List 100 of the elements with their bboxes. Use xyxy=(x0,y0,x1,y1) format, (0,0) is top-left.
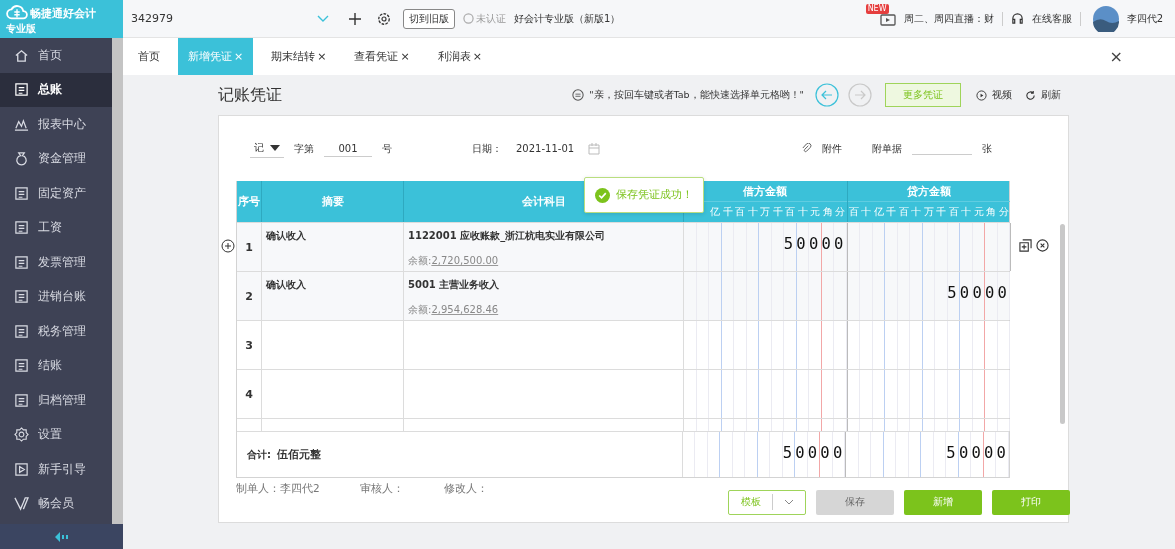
unit-header: 角 xyxy=(821,205,834,219)
unit-header: 亿 xyxy=(872,205,885,219)
play-icon xyxy=(976,89,987,101)
debit-total: 50000 xyxy=(782,444,846,462)
caret-icon xyxy=(270,145,280,151)
unit-header: 十 xyxy=(796,205,809,219)
modifier-label: 修改人： xyxy=(443,482,488,496)
unit-header: 千 xyxy=(885,205,898,219)
previous-button[interactable] xyxy=(815,83,839,107)
speaker-icon xyxy=(54,531,69,542)
sidebar-item[interactable]: 资金管理 xyxy=(0,141,112,176)
unit-header: 亿 xyxy=(709,205,722,219)
total-label: 合计: xyxy=(247,447,271,462)
collapse-button[interactable] xyxy=(0,524,123,549)
unit-header: 百 xyxy=(734,205,747,219)
tab[interactable]: 查看凭证 × xyxy=(344,38,420,75)
sidebar-item[interactable]: 设置 xyxy=(0,417,112,452)
summary-cell[interactable]: 确认收入 xyxy=(266,230,306,241)
unit-header: 元 xyxy=(972,205,985,219)
certification-status: 未认证 xyxy=(476,11,506,26)
success-toast: 保存凭证成功！ xyxy=(584,177,704,213)
plus-icon[interactable] xyxy=(349,12,361,25)
product-name: 好会计专业版（新版1） xyxy=(514,11,621,26)
settings-icon xyxy=(14,427,29,443)
scrollbar[interactable] xyxy=(1060,224,1065,424)
unit-header: 十 xyxy=(960,205,973,219)
sidebar-item[interactable]: 总账 xyxy=(0,72,112,107)
unit-header: 角 xyxy=(985,205,998,219)
unit-header: 百 xyxy=(897,205,910,219)
v-icon xyxy=(14,496,29,512)
close-button[interactable]: × xyxy=(1105,47,1127,66)
sidebar-item[interactable]: 固定资产 xyxy=(0,176,112,211)
sidebar-item[interactable]: 结账 xyxy=(0,348,112,383)
account-cell[interactable]: 1122001 应收账款_浙江杭电实业有限公司 xyxy=(408,229,679,243)
date-field[interactable]: 2021-11-01 xyxy=(512,141,579,156)
unit-header: 千 xyxy=(935,205,948,219)
sidebar-item[interactable]: 税务管理 xyxy=(0,314,112,349)
online-service-link[interactable]: 在线客服 xyxy=(1031,11,1072,26)
calendar-icon[interactable] xyxy=(588,142,601,155)
documents-label: 附单据 xyxy=(872,141,902,156)
account-selector[interactable]: 342979 xyxy=(131,12,337,25)
refresh-link[interactable]: 刷新 xyxy=(1041,88,1061,102)
tab[interactable]: 利润表 × xyxy=(427,38,492,75)
voucher-word-select[interactable]: 记 xyxy=(250,139,284,158)
new-badge: NEW xyxy=(865,3,889,14)
avatar[interactable] xyxy=(1092,5,1119,32)
play-icon xyxy=(14,461,29,477)
live-notice-link[interactable]: 周二、周四直播：财 xyxy=(903,11,994,26)
balance-text: 余额:2,954,628.46 xyxy=(408,303,500,317)
check-circle-icon xyxy=(595,187,610,203)
number-label: 字第 xyxy=(294,141,314,156)
tv-icon xyxy=(879,11,896,26)
balance-text: 余额:2,720,500.00 xyxy=(408,254,500,268)
unit-header: 百 xyxy=(947,205,960,219)
maker-label: 制单人：李四代2 xyxy=(236,482,320,496)
hint-text: "亲，按回车键或者Tab，能快速选择单元格哟！" xyxy=(589,88,804,102)
account-cell[interactable]: 5001 主营业务收入 xyxy=(408,278,679,292)
row-number: 4 xyxy=(245,387,253,401)
number-field[interactable]: 001 xyxy=(324,140,372,157)
sidebar-item[interactable]: 进销台账 xyxy=(0,279,112,314)
sidebar-item[interactable]: 归档管理 xyxy=(0,383,112,418)
total-in-words: 伍佰元整 xyxy=(277,447,321,462)
unit-header: 百 xyxy=(847,205,860,219)
video-link[interactable]: 视频 xyxy=(992,88,1012,102)
user-name[interactable]: 李四代2 xyxy=(1126,11,1163,26)
unit-header: 十 xyxy=(860,205,873,219)
unit-header: 分 xyxy=(997,205,1010,219)
chevron-down-icon xyxy=(317,14,329,23)
edition-label: 专业版 xyxy=(6,22,36,36)
chart-icon xyxy=(14,116,29,132)
tab[interactable]: 期末结转 × xyxy=(261,38,337,75)
switch-version-button[interactable]: 切到旧版 xyxy=(403,8,455,29)
cloud-logo-icon xyxy=(6,3,28,21)
paperclip-icon xyxy=(801,143,812,154)
unit-header: 十 xyxy=(746,205,759,219)
sidebar-item[interactable]: 畅会员 xyxy=(0,486,112,521)
number-suffix: 号 xyxy=(382,141,392,156)
summary-cell[interactable]: 确认收入 xyxy=(266,279,306,290)
document-icon xyxy=(14,358,29,374)
sidebar-item[interactable]: 首页 xyxy=(0,38,112,73)
settings-icon[interactable] xyxy=(377,11,391,26)
credit-amount[interactable]: 50000 xyxy=(947,284,1010,302)
debit-amount[interactable]: 50000 xyxy=(783,235,847,253)
unit-header: 万 xyxy=(759,205,772,219)
brand-name: 畅捷通好会计 xyxy=(30,6,96,21)
add-row-icon[interactable] xyxy=(221,239,235,253)
sidebar-item[interactable]: 新手引导 xyxy=(0,452,112,487)
sidebar-item[interactable]: 报表中心 xyxy=(0,107,112,142)
chevron-down-icon xyxy=(783,499,794,505)
copy-icon[interactable] xyxy=(1019,239,1032,252)
sidebar-scrollbar[interactable] xyxy=(112,38,123,524)
document-icon xyxy=(14,82,29,98)
column-header: 贷方金额 xyxy=(847,181,1010,202)
tab[interactable]: 首页 xyxy=(128,38,170,75)
unit-header: 百 xyxy=(784,205,797,219)
attachment-link[interactable]: 附件 xyxy=(822,141,842,156)
delete-icon[interactable] xyxy=(1036,239,1049,252)
sidebar-item[interactable]: 工资 xyxy=(0,210,112,245)
unit-header: 千 xyxy=(721,205,734,219)
sidebar-item[interactable]: 发票管理 xyxy=(0,245,112,280)
